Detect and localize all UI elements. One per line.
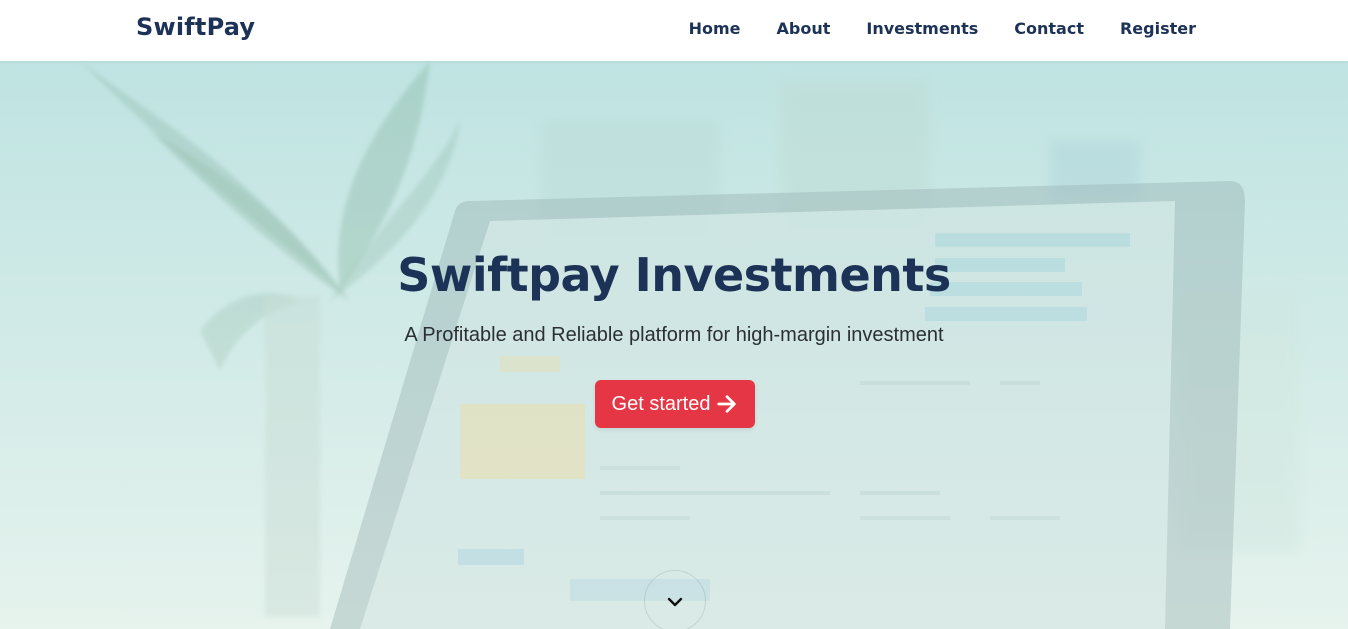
chevron-down-icon — [667, 593, 683, 612]
brand-logo[interactable]: SwiftPay — [136, 13, 255, 41]
nav-links: Home About Investments Contact Register — [653, 19, 1196, 39]
arrow-right-icon — [716, 393, 738, 415]
hero-subtitle: A Profitable and Reliable platform for h… — [404, 324, 944, 346]
nav-link-home[interactable]: Home — [689, 19, 741, 39]
scroll-down-button[interactable] — [644, 570, 706, 629]
nav-link-contact[interactable]: Contact — [1014, 19, 1084, 39]
get-started-label: Get started — [611, 392, 711, 415]
hero-title: Swiftpay Investments — [397, 248, 951, 302]
nav-link-register[interactable]: Register — [1120, 19, 1196, 39]
nav-link-about[interactable]: About — [777, 19, 831, 39]
get-started-button[interactable]: Get started — [595, 380, 755, 428]
navbar: SwiftPay Home About Investments Contact … — [0, 0, 1348, 61]
hero-content: Swiftpay Investments A Profitable and Re… — [0, 61, 1348, 629]
hero-section: Swiftpay Investments A Profitable and Re… — [0, 61, 1348, 629]
nav-link-investments[interactable]: Investments — [866, 19, 978, 39]
